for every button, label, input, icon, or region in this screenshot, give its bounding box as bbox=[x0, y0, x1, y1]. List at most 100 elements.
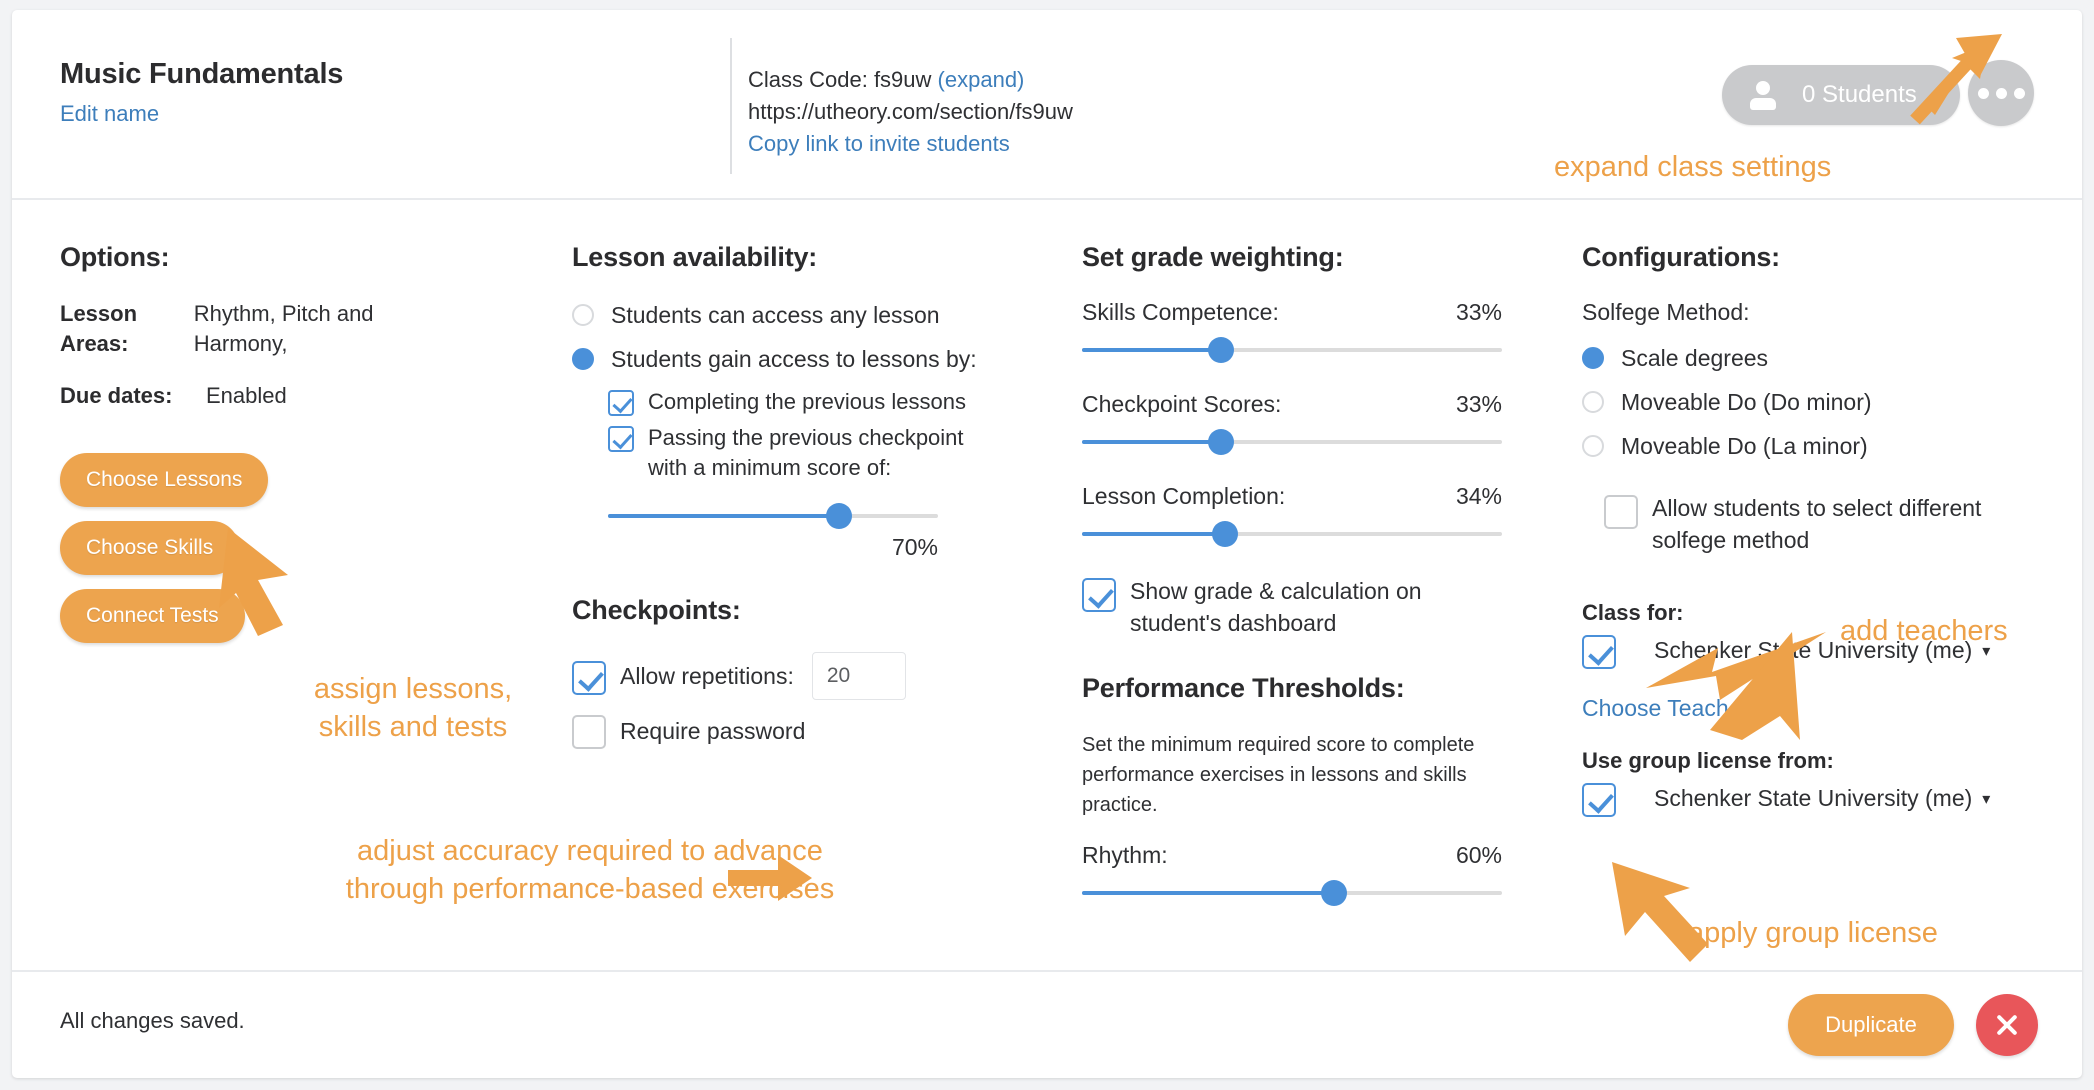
option-row-due-dates: Due dates: Enabled bbox=[60, 381, 450, 411]
radio-moveable-do-minor-label: Moveable Do (Do minor) bbox=[1621, 389, 1872, 415]
weight-checkpoint-scores: Checkpoint Scores: 33% bbox=[1082, 391, 1502, 455]
ellipsis-icon bbox=[1995, 87, 2007, 99]
slider-fill bbox=[1082, 891, 1334, 895]
checkbox-pass-checkpoint-label: Passing the previous checkpoint with a m… bbox=[648, 425, 964, 480]
threshold-rhythm: Rhythm: 60% bbox=[1082, 842, 1502, 906]
ellipsis-icon bbox=[2013, 87, 2025, 99]
threshold-value: 60% bbox=[1455, 842, 1502, 868]
weight-value: 33% bbox=[1455, 391, 1502, 417]
threshold-slider[interactable] bbox=[1082, 880, 1502, 906]
choose-skills-button[interactable]: Choose Skills bbox=[60, 521, 240, 575]
checkbox-icon[interactable] bbox=[608, 390, 634, 416]
checkbox-pass-checkpoint[interactable]: Passing the previous checkpoint with a m… bbox=[608, 423, 992, 483]
checkbox-complete-previous[interactable]: Completing the previous lessons bbox=[608, 387, 992, 417]
students-button[interactable]: 0 Students bbox=[1722, 65, 1960, 125]
configurations-heading: Configurations: bbox=[1582, 242, 1780, 272]
class-code-block: Class Code: fs9uw (expand) https://utheo… bbox=[748, 64, 1073, 160]
min-score-value: 70% bbox=[891, 534, 938, 560]
lesson-availability-column: Lesson availability: Students can access… bbox=[572, 200, 992, 761]
slider-fill bbox=[1082, 532, 1225, 536]
min-score-slider-wrap: 70% bbox=[608, 503, 938, 561]
choose-lessons-button[interactable]: Choose Lessons bbox=[60, 453, 269, 507]
threshold-label: Rhythm: bbox=[1082, 842, 1168, 868]
connect-tests-button[interactable]: Connect Tests bbox=[60, 589, 245, 643]
slider-knob[interactable] bbox=[1321, 880, 1347, 906]
duplicate-button[interactable]: Duplicate bbox=[1788, 994, 1954, 1056]
radio-icon[interactable] bbox=[572, 304, 594, 326]
options-button-row: Choose Lessons Choose Skills Connect Tes… bbox=[60, 453, 410, 643]
slider-knob[interactable] bbox=[1207, 337, 1234, 363]
class-for-label: Class for: bbox=[1582, 600, 1684, 625]
weight-slider[interactable] bbox=[1082, 429, 1502, 455]
group-license-row[interactable]: Schenker State University (me) ▾ bbox=[1582, 780, 2052, 817]
chevron-down-icon[interactable]: ▾ bbox=[1982, 641, 1990, 661]
class-for-row[interactable]: Schenker State University (me) ▾ bbox=[1582, 632, 2052, 669]
allow-solfege-select-row[interactable]: Allow students to select different solfe… bbox=[1604, 492, 2052, 556]
radio-gain-access[interactable]: Students gain access to lessons by: bbox=[572, 343, 992, 375]
radio-selected-icon[interactable] bbox=[572, 348, 594, 370]
settings-card: Music Fundamentals Edit name Class Code:… bbox=[12, 10, 2082, 1078]
edit-name-link[interactable]: Edit name bbox=[60, 101, 343, 127]
ellipsis-icon bbox=[1977, 87, 1989, 99]
footer: All changes saved. Duplicate bbox=[12, 970, 2082, 1078]
checkbox-icon[interactable] bbox=[1604, 495, 1638, 529]
slider-fill bbox=[608, 514, 839, 518]
checkbox-icon[interactable] bbox=[572, 660, 606, 695]
require-password-label: Require password bbox=[620, 717, 806, 744]
allow-repetitions-label: Allow repetitions: bbox=[620, 663, 794, 689]
radio-moveable-la-minor[interactable]: Moveable Do (La minor) bbox=[1582, 430, 2052, 462]
slider-knob[interactable] bbox=[826, 503, 852, 529]
checkbox-icon[interactable] bbox=[1582, 783, 1616, 817]
show-grade-row[interactable]: Show grade & calculation on student's da… bbox=[1082, 575, 1502, 639]
radio-icon[interactable] bbox=[1582, 391, 1604, 413]
slider-knob[interactable] bbox=[1207, 429, 1234, 455]
weight-row: Lesson Completion: 34% bbox=[1082, 483, 1502, 510]
radio-any-lesson-label: Students can access any lesson bbox=[611, 302, 940, 328]
allow-repetitions-row: Allow repetitions: bbox=[572, 652, 992, 700]
repetitions-input[interactable] bbox=[811, 652, 906, 700]
checkpoints-heading: Checkpoints: bbox=[572, 595, 741, 625]
radio-icon[interactable] bbox=[1582, 435, 1604, 457]
group-license-value[interactable]: Schenker State University (me) bbox=[1654, 785, 1972, 812]
grade-weighting-heading: Set grade weighting: bbox=[1082, 242, 1344, 272]
slider-fill bbox=[1082, 440, 1221, 444]
expand-code-link[interactable]: (expand) bbox=[938, 67, 1025, 92]
min-score-slider[interactable] bbox=[608, 503, 938, 529]
radio-any-lesson[interactable]: Students can access any lesson bbox=[572, 299, 992, 331]
weight-value: 34% bbox=[1455, 483, 1502, 509]
checkbox-icon[interactable] bbox=[608, 426, 634, 452]
slider-knob[interactable] bbox=[1211, 521, 1238, 547]
radio-selected-icon[interactable] bbox=[1582, 347, 1604, 369]
radio-scale-degrees[interactable]: Scale degrees bbox=[1582, 342, 2052, 374]
radio-moveable-do-minor[interactable]: Moveable Do (Do minor) bbox=[1582, 386, 2052, 418]
copy-invite-link[interactable]: Copy link to invite students bbox=[748, 128, 1073, 160]
checkbox-icon[interactable] bbox=[1582, 635, 1616, 669]
performance-thresholds-heading: Performance Thresholds: bbox=[1082, 673, 1405, 703]
performance-thresholds-description: Set the minimum required score to comple… bbox=[1082, 734, 1475, 816]
checkbox-icon[interactable] bbox=[1082, 578, 1116, 612]
radio-gain-access-label: Students gain access to lessons by: bbox=[611, 346, 977, 372]
chevron-down-icon[interactable]: ▾ bbox=[1982, 789, 1990, 809]
grade-weighting-column: Set grade weighting: Skills Competence: … bbox=[1082, 200, 1502, 934]
page-title: Music Fundamentals bbox=[60, 58, 344, 90]
weight-label: Lesson Completion: bbox=[1082, 483, 1286, 509]
choose-teachers-link[interactable]: Choose Teachers bbox=[1582, 695, 2052, 722]
weight-slider[interactable] bbox=[1082, 337, 1502, 363]
weight-lesson-completion: Lesson Completion: 34% bbox=[1082, 483, 1502, 547]
group-license-label: Use group license from: bbox=[1582, 748, 1834, 773]
threshold-row: Rhythm: 60% bbox=[1082, 842, 1502, 869]
radio-moveable-la-minor-label: Moveable Do (La minor) bbox=[1621, 433, 1868, 459]
require-password-row[interactable]: Require password bbox=[572, 712, 992, 749]
checkbox-icon[interactable] bbox=[572, 715, 606, 749]
class-for-value[interactable]: Schenker State University (me) bbox=[1654, 637, 1972, 664]
slider-fill bbox=[1082, 348, 1221, 352]
weight-skills-competence: Skills Competence: 33% bbox=[1082, 299, 1502, 363]
solfege-method-label: Solfege Method: bbox=[1582, 299, 1750, 325]
close-button[interactable] bbox=[1976, 994, 2038, 1056]
class-settings-menu-button[interactable] bbox=[1968, 60, 2034, 126]
options-column: Options: Lesson Areas: Rhythm, Pitch and… bbox=[60, 200, 450, 643]
weight-slider[interactable] bbox=[1082, 521, 1502, 547]
checkbox-complete-previous-label: Completing the previous lessons bbox=[648, 389, 966, 414]
weight-value: 33% bbox=[1455, 299, 1502, 325]
weight-row: Skills Competence: 33% bbox=[1082, 299, 1502, 326]
